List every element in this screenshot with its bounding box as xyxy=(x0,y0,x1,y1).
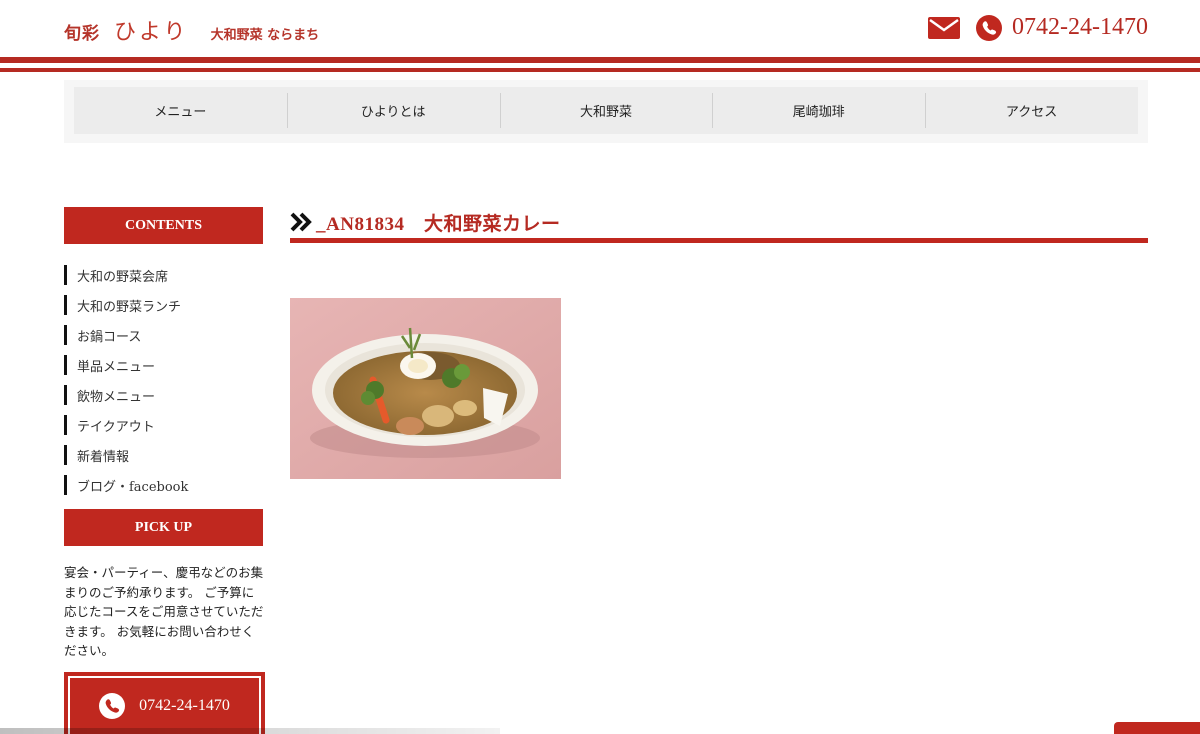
list-item[interactable]: 飲物メニュー xyxy=(64,380,263,410)
list-bullet-bar xyxy=(64,325,67,345)
header-stripe-thin xyxy=(0,68,1200,72)
sidebar-link[interactable]: 飲物メニュー xyxy=(77,386,155,405)
site-logo[interactable]: 旬彩 ひより 大和野菜 ならまち xyxy=(64,14,319,46)
contents-list: 大和の野菜会席 大和の野菜ランチ お鍋コース 単品メニュー 飲物メニュー テイク… xyxy=(64,260,263,500)
sidebar-link[interactable]: お鍋コース xyxy=(77,326,141,345)
double-chevron-right-icon xyxy=(290,212,312,232)
bottom-shadow xyxy=(0,728,500,734)
global-nav: メニュー ひよりとは 大和野菜 尾崎珈琲 アクセス xyxy=(74,87,1138,134)
title-underline xyxy=(290,238,1148,243)
nav-item-about[interactable]: ひよりとは xyxy=(286,87,500,134)
header-contact: 0742-24-1470 xyxy=(928,14,1148,41)
list-item[interactable]: お鍋コース xyxy=(64,320,263,350)
page-top-tab[interactable] xyxy=(1114,722,1200,734)
logo-subtitle: 大和野菜 ならまち xyxy=(210,28,320,43)
header-phone-number[interactable]: 0742-24-1470 xyxy=(1012,14,1148,41)
page-title-row: _AN81834 大和野菜カレー xyxy=(290,206,560,238)
header-stripe xyxy=(0,57,1200,63)
nav-item-menu[interactable]: メニュー xyxy=(74,87,287,134)
pickup-text: 宴会・パーティー、慶弔などのお集まりのご予約承ります。 ご予算に応じたコースをご… xyxy=(64,565,264,658)
nav-item-yamato-yasai[interactable]: 大和野菜 xyxy=(499,87,713,134)
page-title: _AN81834 大和野菜カレー xyxy=(316,213,561,235)
list-item[interactable]: テイクアウト xyxy=(64,410,263,440)
list-bullet-bar xyxy=(64,385,67,405)
curry-photo-image xyxy=(290,298,561,479)
sidebar-link[interactable]: 新着情報 xyxy=(77,446,129,465)
list-bullet-bar xyxy=(64,355,67,375)
sidebar-link[interactable]: 大和の野菜ランチ xyxy=(77,296,181,315)
logo-jp: 旬彩 xyxy=(64,24,100,44)
global-nav-wrapper: メニュー ひよりとは 大和野菜 尾崎珈琲 アクセス xyxy=(64,80,1148,143)
nav-item-ozaki-coffee[interactable]: 尾崎珈琲 xyxy=(712,87,925,134)
nav-item-access[interactable]: アクセス xyxy=(925,87,1138,134)
sidebar-link[interactable]: テイクアウト xyxy=(77,416,155,435)
list-item[interactable]: 新着情報 xyxy=(64,440,263,470)
curry-photo[interactable] xyxy=(290,298,561,479)
list-bullet-bar xyxy=(64,415,67,435)
sidebar-link[interactable]: ブログ・facebook xyxy=(77,476,188,495)
tel-button-number: 0742-24-1470 xyxy=(139,697,230,714)
list-bullet-bar xyxy=(64,475,67,495)
list-item[interactable]: 大和の野菜会席 xyxy=(64,260,263,290)
contents-heading: CONTENTS xyxy=(64,207,263,244)
pickup-heading: PICK UP xyxy=(64,509,263,546)
sidebar-link[interactable]: 大和の野菜会席 xyxy=(77,266,168,285)
list-item[interactable]: 大和の野菜ランチ xyxy=(64,290,263,320)
sidebar-link[interactable]: 単品メニュー xyxy=(77,356,155,375)
list-bullet-bar xyxy=(64,295,67,315)
mail-icon[interactable] xyxy=(928,16,961,39)
tel-button-inner: 0742-24-1470 xyxy=(68,676,261,734)
phone-icon xyxy=(976,14,1003,41)
list-bullet-bar xyxy=(64,445,67,465)
phone-icon xyxy=(99,693,126,719)
list-item[interactable]: ブログ・facebook xyxy=(64,470,263,500)
site-header: 旬彩 ひより 大和野菜 ならまち 0742-24-1470 xyxy=(0,0,1200,76)
list-bullet-bar xyxy=(64,265,67,285)
tel-button[interactable]: 0742-24-1470 xyxy=(64,672,265,734)
logo-hiyori: ひより xyxy=(114,20,189,45)
list-item[interactable]: 単品メニュー xyxy=(64,350,263,380)
